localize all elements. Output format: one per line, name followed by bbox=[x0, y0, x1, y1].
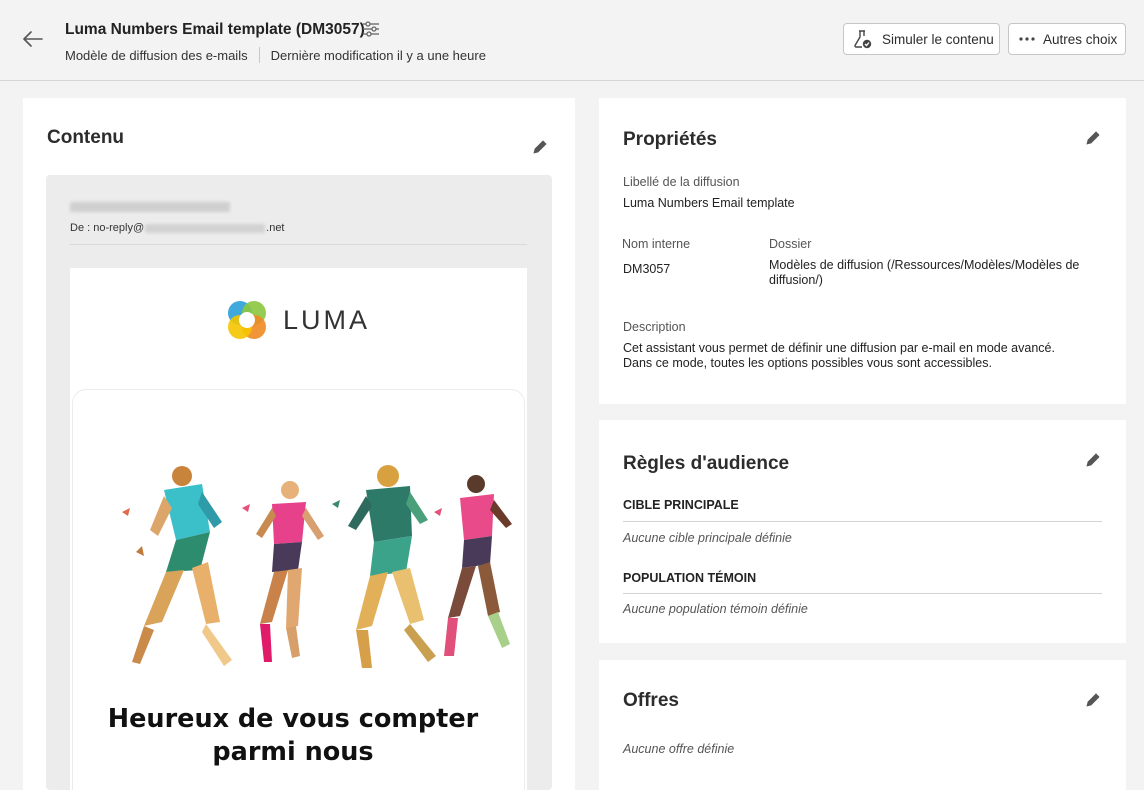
page-header: Luma Numbers Email template (DM3057) Mod… bbox=[0, 0, 1144, 81]
simulate-content-label: Simuler le contenu bbox=[882, 31, 994, 47]
control-group-empty: Aucune population témoin définie bbox=[623, 602, 808, 616]
control-group-heading: POPULATION TÉMOIN bbox=[623, 571, 757, 585]
internal-name-caption: Nom interne bbox=[622, 237, 691, 251]
internal-name-value: DM3057 bbox=[623, 262, 671, 276]
edit-content-pencil-icon[interactable] bbox=[531, 138, 549, 156]
email-preview: De : no-reply@ .net LUMA Heureux de vous… bbox=[46, 175, 552, 790]
folder-caption: Dossier bbox=[769, 237, 812, 251]
hero-headline: Heureux de vous compter parmi nous bbox=[107, 704, 479, 767]
offers-card: Offres Aucune offre définie bbox=[599, 660, 1126, 790]
runners-illustration bbox=[122, 465, 512, 668]
last-modified: Dernière modification il y a une heure bbox=[270, 47, 486, 63]
more-dots-icon bbox=[1019, 37, 1035, 41]
divider bbox=[258, 47, 260, 63]
edit-audience-pencil-icon[interactable] bbox=[1084, 451, 1102, 469]
offers-title: Offres bbox=[623, 690, 679, 711]
delivery-label-caption: Libellé de la diffusion bbox=[623, 175, 740, 189]
page-title: Luma Numbers Email template (DM3057) bbox=[65, 21, 365, 38]
back-arrow-icon bbox=[23, 31, 43, 47]
luma-logo: LUMA bbox=[224, 297, 370, 343]
simulate-content-button[interactable]: Simuler le contenu bbox=[843, 23, 1000, 55]
more-options-button[interactable]: Autres choix bbox=[1008, 23, 1126, 55]
properties-title: Propriétés bbox=[623, 129, 717, 150]
divider bbox=[623, 593, 1102, 594]
template-type: Modèle de diffusion des e-mails bbox=[65, 47, 248, 63]
folder-value: Modèles de diffusion (/Ressources/Modèle… bbox=[769, 258, 1080, 287]
edit-properties-pencil-icon[interactable] bbox=[1084, 129, 1102, 147]
more-options-label: Autres choix bbox=[1043, 31, 1118, 47]
offers-empty: Aucune offre définie bbox=[623, 742, 735, 756]
divider bbox=[623, 521, 1102, 522]
description-caption: Description bbox=[623, 320, 686, 334]
settings-sliders-icon[interactable] bbox=[361, 19, 381, 39]
flask-check-icon bbox=[854, 30, 872, 49]
delivery-label-value: Luma Numbers Email template bbox=[623, 196, 795, 210]
properties-card: Propriétés Libellé de la diffusion Luma … bbox=[599, 98, 1126, 404]
luma-logo-icon bbox=[228, 301, 266, 339]
main-target-heading: CIBLE PRINCIPALE bbox=[623, 498, 739, 512]
hero-section: Heureux de vous compter parmi nous bbox=[72, 389, 525, 790]
audience-title: Règles d'audience bbox=[623, 453, 790, 474]
edit-offers-pencil-icon[interactable] bbox=[1084, 691, 1102, 709]
divider bbox=[70, 244, 527, 245]
content-title: Contenu bbox=[47, 127, 125, 148]
email-from-prefix: De : no-reply@ bbox=[70, 222, 145, 234]
description-value: Cet assistant vous permet de définir une… bbox=[623, 341, 1055, 370]
main-target-empty: Aucune cible principale définie bbox=[623, 531, 792, 545]
back-button[interactable] bbox=[18, 24, 48, 54]
audience-rules-card: Règles d'audience CIBLE PRINCIPALE Aucun… bbox=[599, 420, 1126, 643]
email-from-suffix: .net bbox=[266, 222, 285, 234]
page-subtitle: Modèle de diffusion des e-mails Dernière… bbox=[65, 47, 486, 63]
content-card: Contenu De : no-reply@ .net LUMA Heureux… bbox=[23, 98, 575, 790]
redacted-domain bbox=[145, 223, 266, 233]
email-from: De : no-reply@ .net bbox=[70, 222, 285, 234]
email-body: LUMA Heureux de vous compter parmi nous bbox=[70, 268, 527, 790]
luma-logo-text: LUMA bbox=[283, 304, 371, 335]
email-subject-redacted bbox=[70, 202, 230, 212]
